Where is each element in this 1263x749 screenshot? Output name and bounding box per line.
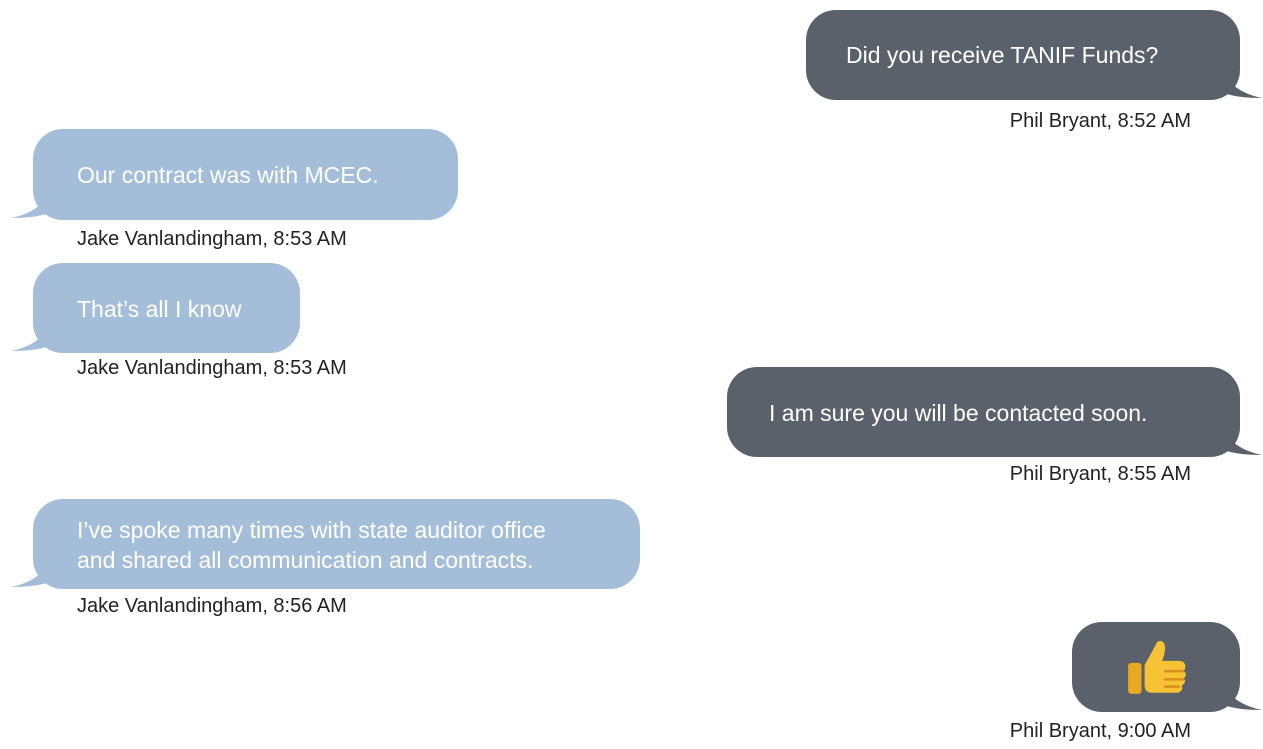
- message-meta: Phil Bryant, 8:55 AM: [1009, 463, 1191, 485]
- message-bubble[interactable]: That’s all I know: [11, 263, 300, 353]
- bubble-tail: [1222, 427, 1262, 455]
- message-text-line: and shared all communication and contrac…: [77, 547, 534, 573]
- message-meta: Phil Bryant, 8:52 AM: [1009, 110, 1191, 132]
- message-bubble[interactable]: I am sure you will be contacted soon.: [727, 367, 1262, 457]
- message-text-line: I’ve spoke many times with state auditor…: [77, 517, 546, 543]
- message-meta: Phil Bryant, 9:00 AM: [1009, 720, 1191, 742]
- message-text: Our contract was with MCEC.: [77, 162, 379, 188]
- message-text: Did you receive TANIF Funds?: [846, 42, 1159, 68]
- message-meta: Jake Vanlandingham, 8:56 AM: [77, 595, 347, 617]
- thumbs-up-icon: [1128, 640, 1186, 694]
- message-incoming: Our contract was with MCEC. Jake Vanland…: [11, 129, 458, 250]
- message-bubble[interactable]: Our contract was with MCEC.: [11, 129, 458, 220]
- message-outgoing: Did you receive TANIF Funds? Phil Bryant…: [806, 10, 1262, 132]
- message-incoming: That’s all I know Jake Vanlandingham, 8:…: [11, 263, 347, 379]
- message-bubble[interactable]: I’ve spoke many times with state auditor…: [11, 499, 640, 589]
- message-meta: Jake Vanlandingham, 8:53 AM: [77, 228, 347, 250]
- message-text: That’s all I know: [77, 296, 242, 322]
- message-bubble[interactable]: Did you receive TANIF Funds?: [806, 10, 1262, 100]
- message-incoming: I’ve spoke many times with state auditor…: [11, 499, 640, 617]
- message-text: I am sure you will be contacted soon.: [769, 400, 1148, 426]
- bubble-tail: [1222, 682, 1262, 710]
- message-outgoing: Phil Bryant, 9:00 AM: [1010, 622, 1262, 742]
- message-bubble[interactable]: [1072, 622, 1262, 712]
- message-outgoing: I am sure you will be contacted soon. Ph…: [727, 367, 1262, 485]
- bubble-tail: [11, 559, 51, 587]
- message-meta: Jake Vanlandingham, 8:53 AM: [77, 357, 347, 379]
- bubble-tail: [11, 323, 51, 351]
- bubble-tail: [1222, 70, 1262, 98]
- bubble-tail: [11, 190, 51, 218]
